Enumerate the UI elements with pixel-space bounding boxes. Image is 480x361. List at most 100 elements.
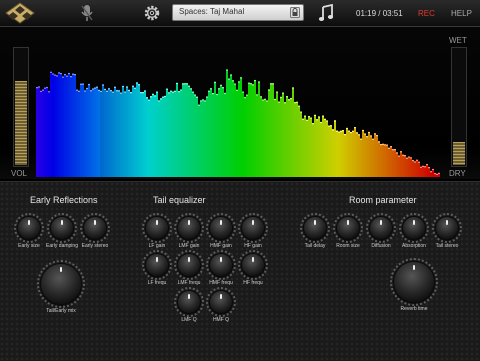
spectrum-bar [288, 99, 290, 177]
spectrum-bar [60, 73, 62, 177]
spectrum-peak [68, 72, 70, 75]
spectrum-bar [82, 83, 84, 177]
spectrum-peak [356, 132, 358, 134]
spectrum-peak [368, 131, 370, 134]
spectrum-peak [306, 119, 308, 121]
hf-gain-knob[interactable] [238, 213, 268, 243]
spectrum-bar [106, 90, 108, 177]
spectrum-peak [422, 165, 424, 167]
hmf-q-knob[interactable] [206, 287, 236, 317]
early-size-knob[interactable] [14, 213, 44, 243]
spectrum-peak [426, 164, 428, 166]
spectrum-bar [236, 89, 238, 177]
spectrum-peak [216, 93, 218, 96]
early-stereo-knob[interactable] [80, 213, 110, 243]
spectrum-bar [64, 74, 66, 177]
hf-frequ-knob[interactable] [238, 250, 268, 280]
spectrum-peak [270, 83, 272, 85]
reverb-time-knob[interactable] [390, 258, 438, 306]
spectrum-peak [52, 73, 54, 75]
room-size-knob[interactable] [333, 213, 363, 243]
spectrum-bar [242, 91, 244, 177]
absorption-knob[interactable] [399, 213, 429, 243]
spectrum-bar [362, 129, 364, 177]
spectrum-peak [326, 120, 328, 122]
spectrum-peak [374, 133, 376, 135]
spectrum-bar [212, 93, 214, 177]
spectrum-bar [282, 92, 284, 177]
spectrum-peak [240, 77, 242, 79]
spectrum-bar [428, 167, 430, 177]
gear-icon[interactable] [142, 0, 164, 26]
spectrum-peak [174, 90, 176, 92]
spectrum-peak [316, 119, 318, 121]
spectrum-peak [344, 134, 346, 136]
spectrum-bar [86, 87, 88, 177]
knob-indicator [188, 294, 190, 299]
lmf-q-knob[interactable] [174, 287, 204, 317]
hf-frequ-label: HF frequ [243, 280, 263, 286]
spectrum-bar [404, 155, 406, 177]
tail-stereo-knob[interactable] [432, 213, 462, 243]
spectrum-bar [68, 72, 70, 177]
music-note-icon[interactable] [318, 0, 336, 26]
early-stereo-label: Early stereo [81, 243, 109, 249]
tail-delay-knob[interactable] [300, 213, 330, 243]
knob-indicator [156, 220, 158, 225]
spectrum-bar [294, 102, 296, 177]
spectrum-peak [410, 157, 412, 159]
spectrum-peak [352, 130, 354, 132]
spectrum-peak [88, 83, 90, 86]
spectrum-peak [434, 172, 436, 175]
spectrum-peak [60, 73, 62, 75]
spectrum-bar [184, 83, 186, 177]
spectrum-peak [76, 89, 78, 91]
spectrum-peak [362, 129, 364, 132]
spectrum-bar [218, 88, 220, 177]
spectrum-bar [110, 90, 112, 177]
spectrum-bar [118, 90, 120, 177]
knob-indicator [61, 220, 63, 225]
spectrum-peak [390, 146, 392, 148]
spectrum-peak [310, 117, 312, 119]
lmf-gain-knob[interactable] [174, 213, 204, 243]
logo-diamond-icon[interactable] [5, 0, 35, 26]
spectrum-peak [62, 76, 64, 78]
spectrum-bar [224, 92, 226, 177]
early-damping-knob[interactable] [47, 213, 77, 243]
tail-early-mix-knob[interactable] [37, 260, 85, 308]
spectrum-peak [218, 88, 220, 90]
spectrum-peak [318, 116, 320, 118]
spectrum-bar [330, 125, 332, 177]
spectrum-bar [126, 86, 128, 177]
spectrum-bar [114, 86, 116, 177]
lock-icon[interactable] [290, 7, 300, 18]
spectrum-peak [396, 152, 398, 154]
record-button[interactable]: REC [418, 0, 435, 26]
microphone-icon[interactable] [80, 0, 98, 26]
diffusion-knob[interactable] [366, 213, 396, 243]
spectrum-peak [436, 173, 438, 175]
lf-gain-knob[interactable] [142, 213, 172, 243]
spectrum-peak [388, 147, 390, 149]
hmf-gain-knob[interactable] [206, 213, 236, 243]
spectrum-bar [262, 99, 264, 177]
lmf-frequ-knob[interactable] [174, 250, 204, 280]
spectrum-bar [290, 97, 292, 177]
preset-selector[interactable]: Spaces: Taj Mahal [172, 4, 304, 21]
volume-meter[interactable] [13, 47, 29, 167]
top-toolbar: Spaces: Taj Mahal 01:19 / 03:51 REC HELP [0, 0, 480, 27]
lf-frequ-knob[interactable] [142, 250, 172, 280]
spectrum-peak [376, 134, 378, 137]
spectrum-peak [358, 134, 360, 136]
wet-dry-meter[interactable] [451, 47, 467, 167]
spectrum-bar [340, 130, 342, 177]
hmf-frequ-knob[interactable] [206, 250, 236, 280]
help-button[interactable]: HELP [451, 0, 472, 26]
spectrum-peak [58, 72, 60, 74]
spectrum-bar [270, 83, 272, 177]
spectrum-peak [204, 100, 206, 102]
spectrum-peak [406, 157, 408, 159]
spectrum-peak [98, 89, 100, 92]
spectrum-peak [202, 99, 204, 101]
